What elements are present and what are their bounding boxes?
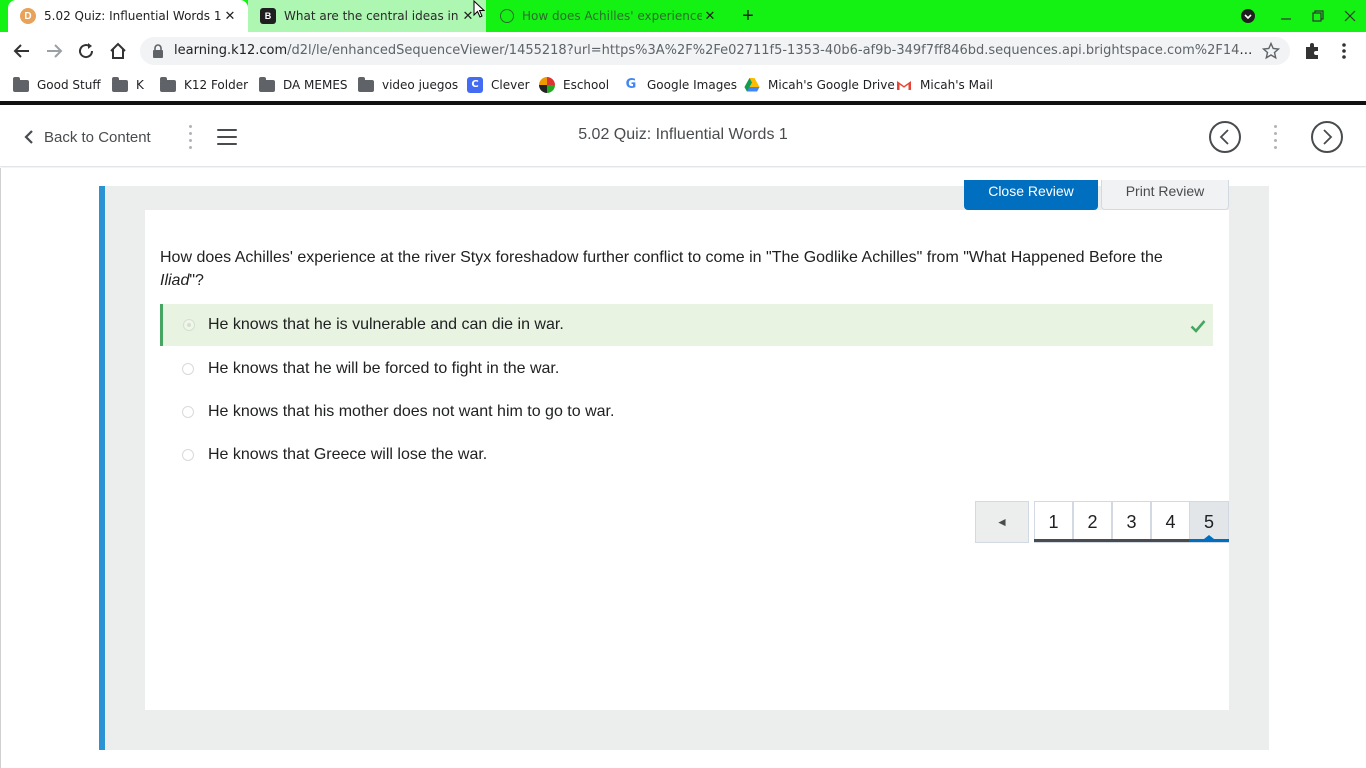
bookmark-video-juegos[interactable]: video juegos (358, 76, 458, 94)
window-close-icon[interactable] (1340, 6, 1360, 26)
brainly-icon: B (260, 8, 276, 24)
tab-title: How does Achilles' experience at (522, 9, 702, 23)
close-review-button[interactable]: Close Review (964, 180, 1098, 210)
gmail-icon (896, 77, 912, 93)
folder-icon (13, 77, 29, 92)
bookmark-google-drive[interactable]: Micah's Google Drive (744, 76, 895, 94)
reload-icon[interactable] (76, 41, 96, 61)
answer-option-3[interactable]: He knows that his mother does not want h… (160, 391, 1213, 433)
radio-unselected[interactable] (182, 449, 194, 461)
new-tab-button[interactable]: + (738, 6, 758, 26)
tab-title: 5.02 Quiz: Influential Words 1 (44, 9, 222, 23)
page-button-3[interactable]: 3 (1112, 501, 1151, 543)
page-button-4[interactable]: 4 (1151, 501, 1190, 543)
print-review-button[interactable]: Print Review (1101, 180, 1229, 210)
previous-page-button[interactable]: ◄ (975, 501, 1029, 543)
bookmark-clever[interactable]: C Clever (467, 76, 530, 94)
radio-unselected[interactable] (182, 363, 194, 375)
clever-icon: C (467, 77, 483, 93)
url-text[interactable]: learning.k12.com/d2l/le/enhancedSequence… (174, 43, 1254, 58)
folder-icon (358, 77, 374, 92)
answer-option-2[interactable]: He knows that he will be forced to fight… (160, 348, 1213, 390)
answer-text: He knows that his mother does not want h… (208, 403, 615, 420)
folder-icon (112, 77, 128, 92)
bookmark-eschool[interactable]: Eschool (539, 76, 609, 94)
content-left-border (0, 168, 1, 768)
answer-text: He knows that he is vulnerable and can d… (208, 316, 564, 333)
hamburger-menu-icon[interactable] (217, 129, 237, 145)
tab-search[interactable]: How does Achilles' experience at ✕ (488, 0, 728, 32)
forward-arrow-icon[interactable] (44, 41, 64, 61)
google-icon: G (625, 77, 637, 92)
divider-dots (189, 125, 193, 149)
bookmark-good-stuff[interactable]: Good Stuff (13, 76, 101, 94)
minimize-icon[interactable] (1276, 6, 1296, 26)
divider-dots (1274, 125, 1278, 149)
menu-kebab-icon[interactable] (1334, 41, 1354, 61)
extensions-icon[interactable] (1302, 41, 1322, 61)
bookmark-micahs-mail[interactable]: Micah's Mail (896, 76, 993, 94)
close-icon[interactable]: ✕ (222, 8, 238, 24)
answer-option-1[interactable]: He knows that he is vulnerable and can d… (160, 304, 1213, 346)
restore-icon[interactable] (1308, 6, 1328, 26)
back-to-content-link[interactable]: Back to Content (24, 127, 151, 147)
d2l-icon: D (20, 8, 36, 24)
chevron-right-icon (1323, 129, 1333, 145)
globe-icon (500, 9, 514, 23)
radio-selected[interactable] (183, 319, 195, 331)
home-icon[interactable] (108, 41, 128, 61)
previous-topic-button[interactable] (1209, 121, 1241, 153)
eschool-icon (539, 77, 555, 93)
chevron-left-icon (24, 130, 33, 144)
page-button-1[interactable]: 1 (1034, 501, 1073, 543)
question-text: How does Achilles' experience at the riv… (160, 249, 1163, 289)
page-title: 5.02 Quiz: Influential Words 1 (578, 126, 788, 143)
current-page-indicator (1189, 539, 1229, 542)
bookmark-da-memes[interactable]: DA MEMES (259, 76, 348, 94)
page-button-2[interactable]: 2 (1073, 501, 1112, 543)
bookmark-k[interactable]: K (112, 76, 144, 94)
tab-search-button[interactable] (1238, 6, 1258, 26)
bookmark-star-icon[interactable] (1261, 41, 1281, 60)
bookmark-google-images[interactable]: G Google Images (623, 76, 737, 94)
answer-option-4[interactable]: He knows that Greece will lose the war. (160, 434, 1213, 476)
tab-title: What are the central ideas in "Ho (284, 9, 460, 23)
close-icon[interactable]: ✕ (702, 8, 718, 24)
current-page-caret (1204, 535, 1214, 539)
bookmark-k12-folder[interactable]: K12 Folder (160, 76, 248, 94)
radio-unselected[interactable] (182, 406, 194, 418)
tab-brainly[interactable]: B What are the central ideas in "Ho ✕ (248, 0, 486, 32)
mouse-cursor-icon (473, 0, 485, 18)
checkmark-icon (1190, 320, 1206, 333)
drive-icon (744, 77, 760, 93)
chevron-left-icon (1219, 129, 1229, 145)
next-topic-button[interactable] (1311, 121, 1343, 153)
folder-icon (160, 77, 176, 92)
answer-text: He knows that Greece will lose the war. (208, 446, 488, 463)
back-arrow-icon[interactable] (12, 41, 32, 61)
answer-text: He knows that he will be forced to fight… (208, 360, 560, 377)
tab-quiz[interactable]: D 5.02 Quiz: Influential Words 1 ✕ (8, 0, 248, 32)
lock-icon[interactable] (152, 44, 164, 58)
panel-accent-bar (99, 186, 105, 750)
folder-icon (259, 77, 275, 92)
